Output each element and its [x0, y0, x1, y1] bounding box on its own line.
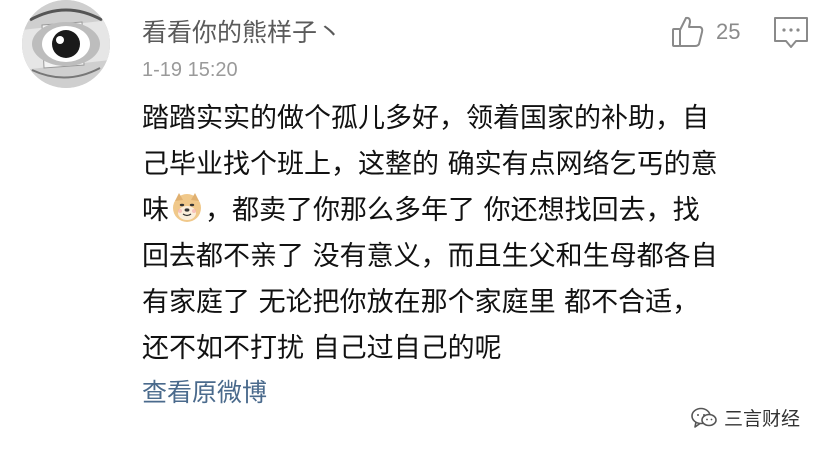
- thumbs-up-icon: [670, 14, 706, 50]
- avatar[interactable]: [22, 0, 110, 88]
- wechat-icon: [690, 406, 718, 430]
- comment-line: 己毕业找个班上，这整的 确实有点网络乞丐的意: [142, 149, 718, 180]
- comment-body: 踏踏实实的做个孤儿多好，领着国家的补助，自 己毕业找个班上，这整的 确实有点网络…: [142, 96, 812, 372]
- view-original-weibo-link[interactable]: 查看原微博: [142, 378, 267, 408]
- comment-bubble-icon[interactable]: [772, 14, 810, 50]
- like-button[interactable]: 25: [670, 14, 740, 50]
- comment-line: 回去都不亲了 没有意义，而且生父和生母都各自: [142, 241, 718, 272]
- watermark-text: 三言财经: [724, 408, 801, 430]
- comment-line-fragment: ，都卖了你那么多年了 你还想找回去，找: [205, 195, 700, 226]
- watermark: 三言财经: [690, 404, 800, 431]
- comment-timestamp: 1-19 15:20: [142, 59, 238, 81]
- comment-line-with-emoji: 味 ，都卖了你那么多年了 你还想找回去，找: [142, 188, 812, 234]
- doge-emoji-icon: [171, 191, 203, 223]
- comment-line-fragment: 味: [142, 195, 169, 226]
- username[interactable]: 看看你的熊样子丶: [142, 18, 342, 48]
- comment-line: 有家庭了 无论把你放在那个家庭里 都不合适，: [142, 287, 700, 318]
- comment-line: 踏踏实实的做个孤儿多好，领着国家的补助，自: [142, 103, 709, 134]
- comment-line: 还不如不打扰 自己过自己的呢: [142, 333, 502, 364]
- like-count: 25: [716, 19, 741, 44]
